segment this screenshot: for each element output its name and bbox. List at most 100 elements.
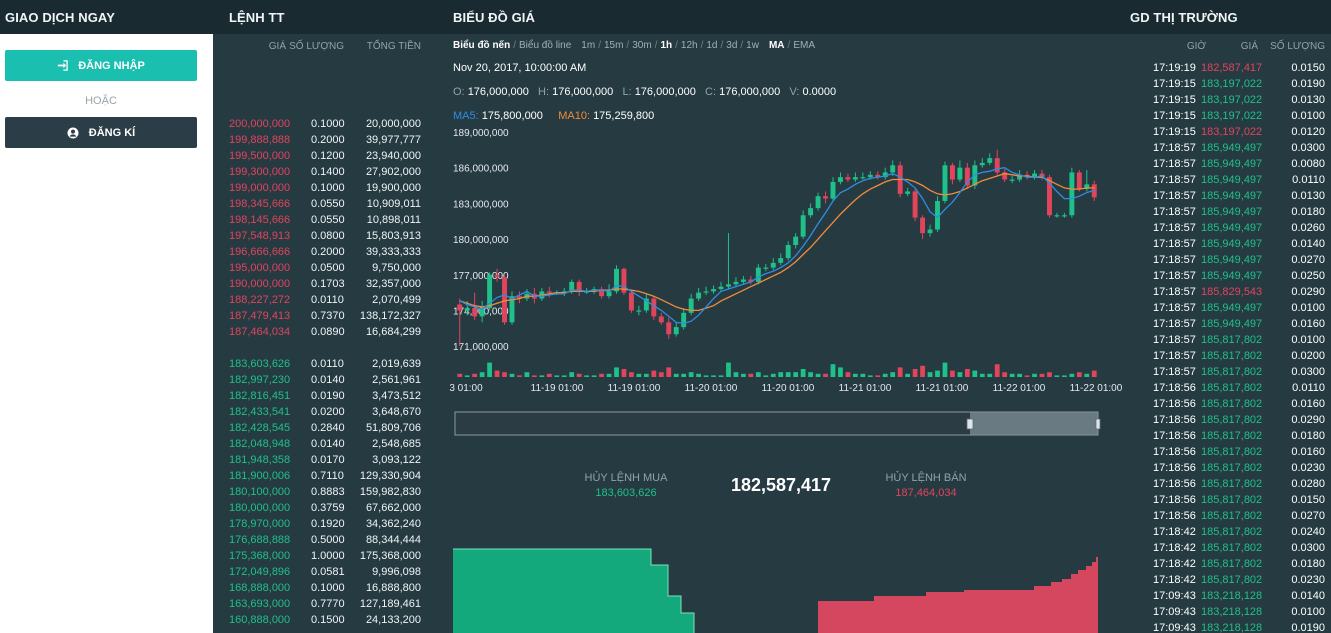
volume-bar [890, 372, 896, 377]
range-handle-left[interactable] [966, 418, 974, 430]
volume-bar [942, 362, 948, 377]
buy-order-row[interactable]: 172,049,896 0.0581 9,996,098 [213, 564, 426, 580]
buy-order-row[interactable]: 176,688,888 0.5000 88,344,444 [213, 532, 426, 548]
trade-amount: 0.0160 [1291, 446, 1325, 458]
buy-order-row[interactable]: 178,970,000 0.1920 34,362,240 [213, 516, 426, 532]
candle-body [1009, 179, 1015, 181]
buy-amt: 0.0110 [311, 358, 344, 370]
register-button[interactable]: ĐĂNG KÍ [5, 117, 197, 148]
trade-row[interactable]: 17:18:57 185,949,497 0.0110 [1123, 172, 1331, 188]
trade-row[interactable]: 17:18:56 185,817,802 0.0160 [1123, 396, 1331, 412]
trade-row[interactable]: 17:18:57 185,949,497 0.0160 [1123, 316, 1331, 332]
buy-order-row[interactable]: 182,428,545 0.2840 51,809,706 [213, 420, 426, 436]
trade-row[interactable]: 17:18:42 185,817,802 0.0230 [1123, 572, 1331, 588]
trade-amount: 0.0150 [1291, 494, 1325, 506]
trade-row[interactable]: 17:09:43 183,218,128 0.0190 [1123, 620, 1331, 633]
volume-bar [681, 373, 687, 377]
trade-row[interactable]: 17:18:57 185,949,497 0.0260 [1123, 220, 1331, 236]
trade-row[interactable]: 17:18:57 185,949,497 0.0130 [1123, 188, 1331, 204]
cancel-buy-block[interactable]: HỦY LỆNH MUA 183,603,626 [571, 472, 681, 499]
sell-order-row[interactable]: 198,345,666 0.0550 10,909,011 [213, 196, 426, 212]
sell-order-row[interactable]: 188,227,272 0.0110 2,070,499 [213, 292, 426, 308]
buy-order-row[interactable]: 182,816,451 0.0190 3,473,512 [213, 388, 426, 404]
trade-row[interactable]: 17:18:57 185,949,497 0.0180 [1123, 204, 1331, 220]
trade-row[interactable]: 17:18:42 185,817,802 0.0240 [1123, 524, 1331, 540]
sell-order-row[interactable]: 199,000,000 0.1000 19,900,000 [213, 180, 426, 196]
trade-row[interactable]: 17:18:56 185,817,802 0.0160 [1123, 444, 1331, 460]
y-tick-label: 180,000,000 [453, 235, 509, 246]
buy-order-row[interactable]: 181,948,358 0.0170 3,093,122 [213, 452, 426, 468]
ob-col-amount: SỐ LƯỢNG [289, 41, 344, 52]
volume-bar [1076, 372, 1082, 377]
sell-order-row[interactable]: 190,000,000 0.1703 32,357,000 [213, 276, 426, 292]
range-selection[interactable] [970, 412, 1098, 435]
buy-order-row[interactable]: 181,900,006 0.7110 129,330,904 [213, 468, 426, 484]
sell-order-row[interactable]: 197,548,913 0.0800 15,803,913 [213, 228, 426, 244]
trade-row[interactable]: 17:18:56 185,817,802 0.0230 [1123, 460, 1331, 476]
buy-price: 182,048,948 [229, 438, 291, 450]
trade-row[interactable]: 17:18:57 185,949,497 0.0300 [1123, 140, 1331, 156]
trade-row[interactable]: 17:18:57 185,829,543 0.0290 [1123, 284, 1331, 300]
buy-order-row[interactable]: 168,888,000 0.1000 16,888,800 [213, 580, 426, 596]
buy-order-row[interactable]: 175,368,000 1.0000 175,368,000 [213, 548, 426, 564]
candlestick-chart[interactable]: 189,000,000 186,000,000 183,000,000 180,000… [426, 34, 1123, 633]
trade-amount: 0.0290 [1291, 414, 1325, 426]
trade-row[interactable]: 17:19:15 183,197,022 0.0100 [1123, 108, 1331, 124]
buy-order-row[interactable]: 182,997,230 0.0140 2,561,961 [213, 372, 426, 388]
trade-row[interactable]: 17:18:57 185,817,802 0.0200 [1123, 348, 1331, 364]
trade-row[interactable]: 17:18:42 185,817,802 0.0180 [1123, 556, 1331, 572]
buy-total: 175,368,000 [359, 550, 421, 562]
sell-order-row[interactable]: 199,500,000 0.1200 23,940,000 [213, 148, 426, 164]
trade-time: 17:18:42 [1153, 574, 1196, 586]
buy-order-row[interactable]: 180,100,000 0.8883 159,982,830 [213, 484, 426, 500]
candle-body [681, 312, 687, 328]
trade-row[interactable]: 17:19:15 183,197,022 0.0190 [1123, 76, 1331, 92]
cancel-sell-block[interactable]: HỦY LỆNH BÁN 187,464,034 [871, 472, 981, 499]
trade-row[interactable]: 17:18:57 185,949,497 0.0250 [1123, 268, 1331, 284]
trade-price: 182,587,417 [1201, 62, 1263, 74]
sell-order-row[interactable]: 196,666,666 0.2000 39,333,333 [213, 244, 426, 260]
trade-row[interactable]: 17:19:19 182,587,417 0.0150 [1123, 60, 1331, 76]
volume-bar [688, 372, 694, 377]
sell-order-row[interactable]: 187,464,034 0.0890 16,684,299 [213, 324, 426, 340]
buy-order-row[interactable]: 180,000,000 0.3759 67,662,000 [213, 500, 426, 516]
trade-row[interactable]: 17:18:57 185,817,802 0.0300 [1123, 364, 1331, 380]
trade-price: 185,817,802 [1201, 478, 1263, 490]
trade-row[interactable]: 17:18:56 185,817,802 0.0150 [1123, 492, 1331, 508]
trade-time: 17:18:56 [1153, 510, 1196, 522]
trade-row[interactable]: 17:18:57 185,949,497 0.0100 [1123, 300, 1331, 316]
trade-row[interactable]: 17:18:57 185,817,802 0.0100 [1123, 332, 1331, 348]
sell-total: 32,357,000 [365, 278, 421, 290]
buy-order-row[interactable]: 160,888,000 0.1500 24,133,200 [213, 612, 426, 628]
trade-row[interactable]: 17:18:56 185,817,802 0.0110 [1123, 380, 1331, 396]
sell-order-row[interactable]: 195,000,000 0.0500 9,750,000 [213, 260, 426, 276]
trade-time: 17:19:15 [1153, 78, 1196, 90]
trade-row[interactable]: 17:09:43 183,218,128 0.0140 [1123, 588, 1331, 604]
trade-row[interactable]: 17:18:42 185,817,802 0.0300 [1123, 540, 1331, 556]
sell-price: 199,500,000 [229, 150, 291, 162]
trade-row[interactable]: 17:09:43 183,218,128 0.0100 [1123, 604, 1331, 620]
sell-order-row[interactable]: 199,888,888 0.2000 39,977,777 [213, 132, 426, 148]
volume-bar [696, 373, 702, 377]
sell-order-row[interactable]: 200,000,000 0.1000 20,000,000 [213, 116, 426, 132]
trade-row[interactable]: 17:18:57 185,949,497 0.0270 [1123, 252, 1331, 268]
trade-row[interactable]: 17:18:56 185,817,802 0.0290 [1123, 412, 1331, 428]
volume-bar [778, 372, 784, 377]
buy-order-row[interactable]: 183,603,626 0.0110 2,019,639 [213, 356, 426, 372]
buy-order-row[interactable]: 182,433,541 0.0200 3,648,670 [213, 404, 426, 420]
sell-order-row[interactable]: 198,145,666 0.0550 10,898,011 [213, 212, 426, 228]
candle-body [793, 236, 799, 245]
trade-row[interactable]: 17:18:56 185,817,802 0.0180 [1123, 428, 1331, 444]
trade-row[interactable]: 17:19:15 183,197,022 0.0130 [1123, 92, 1331, 108]
login-button[interactable]: ĐĂNG NHẬP [5, 50, 197, 81]
range-handle-right[interactable] [1095, 418, 1101, 430]
trade-row[interactable]: 17:18:56 185,817,802 0.0280 [1123, 476, 1331, 492]
sell-order-row[interactable]: 187,479,413 0.7370 138,172,327 [213, 308, 426, 324]
trade-row[interactable]: 17:18:57 185,949,497 0.0080 [1123, 156, 1331, 172]
trade-row[interactable]: 17:18:57 185,949,497 0.0140 [1123, 236, 1331, 252]
buy-order-row[interactable]: 182,048,948 0.0140 2,548,685 [213, 436, 426, 452]
buy-order-row[interactable]: 163,693,000 0.7770 127,189,461 [213, 596, 426, 612]
sell-order-row[interactable]: 199,300,000 0.1400 27,902,000 [213, 164, 426, 180]
trade-row[interactable]: 17:18:56 185,817,802 0.0270 [1123, 508, 1331, 524]
trade-row[interactable]: 17:19:15 183,197,022 0.0120 [1123, 124, 1331, 140]
